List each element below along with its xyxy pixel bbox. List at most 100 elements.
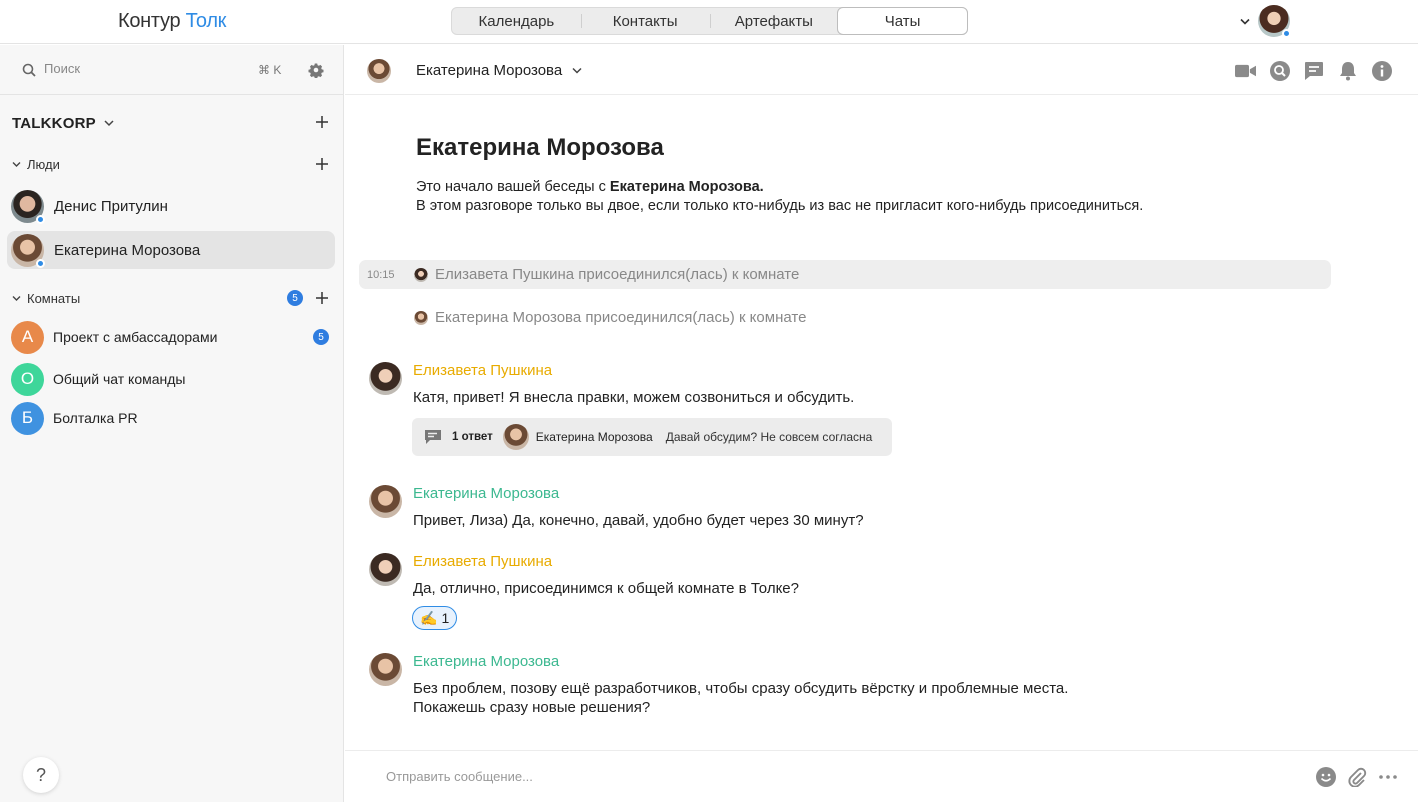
message-item[interactable]: Екатерина Морозова Без проблем, позову е… — [369, 653, 1369, 723]
reaction-chip[interactable]: ✍️ 1 — [412, 606, 458, 630]
people-section-header[interactable]: Люди — [12, 155, 332, 173]
help-button[interactable]: ? — [23, 757, 59, 793]
user-menu[interactable] — [1240, 5, 1291, 38]
gear-icon[interactable] — [308, 62, 324, 78]
conversation-intro-text: Это начало вашей беседы с Екатерина Моро… — [416, 178, 1143, 216]
add-person-icon[interactable] — [316, 158, 328, 170]
room-avatar: Б — [11, 401, 44, 435]
logo-primary: Контур — [118, 10, 181, 32]
system-event-row[interactable]: Екатерина Морозова присоединился(лась) к… — [359, 303, 1331, 332]
event-text: Екатерина Морозова присоединился(лась) к… — [435, 309, 807, 326]
intro-partner-name: Екатерина Морозова. — [609, 179, 764, 195]
thread-summary[interactable]: 1 ответ Екатерина Морозова Давай обсудим… — [412, 418, 892, 456]
intro-description: В этом разговоре только вы двое, если то… — [416, 198, 1144, 214]
logo-secondary: Толк — [185, 10, 227, 32]
avatar — [502, 424, 529, 450]
people-section-label: Люди — [27, 156, 60, 172]
sender-avatar[interactable] — [369, 553, 402, 586]
sender-avatar[interactable] — [369, 485, 402, 518]
message-line: Без проблем, позову ещё разработчиков, ч… — [413, 680, 1069, 697]
avatar — [11, 233, 45, 268]
online-status-dot — [36, 258, 45, 268]
rooms-unread-badge: 5 — [287, 290, 303, 306]
sender-name[interactable]: Елизавета Пушкина — [413, 553, 552, 570]
room-item-pr-chatter[interactable]: Б Болталка PR — [11, 401, 335, 435]
room-item-team-chat[interactable]: О Общий чат команды — [11, 362, 335, 396]
thread-reply-count: 1 ответ — [452, 431, 493, 443]
avatar — [414, 267, 428, 282]
sidebar: ⌘ K TALKKORP Люди Денис Притулин Екатери… — [0, 45, 344, 802]
message-input[interactable] — [386, 769, 1186, 784]
message-composer — [345, 750, 1418, 802]
thread-reply-preview: Давай обсудим? Не совсем согласна — [665, 430, 873, 444]
reaction-count: 1 — [441, 610, 450, 626]
chat-partner-avatar[interactable] — [367, 59, 391, 83]
video-call-icon[interactable] — [1235, 61, 1256, 81]
current-user-avatar[interactable] — [1258, 5, 1291, 38]
message-item[interactable]: Елизавета Пушкина Да, отлично, присоедин… — [369, 553, 1369, 633]
more-options-icon[interactable] — [1378, 767, 1398, 787]
search-row: ⌘ K — [0, 45, 343, 95]
message-line: Покажешь сразу новые решения? — [413, 699, 651, 716]
room-item-ambassadors[interactable]: А Проект с амбассадорами 5 — [11, 320, 335, 354]
emoji-icon[interactable] — [1316, 767, 1336, 787]
message-text: Катя, привет! Я внесла правки, можем соз… — [413, 389, 855, 406]
message-item[interactable]: Екатерина Морозова Привет, Лиза) Да, кон… — [369, 485, 1369, 535]
chevron-down-icon — [12, 161, 21, 167]
main-nav-tabs: Календарь Контакты Артефакты Чаты — [451, 7, 968, 35]
avatar — [11, 189, 45, 224]
chat-title[interactable]: Екатерина Морозова — [416, 62, 582, 79]
event-time: 10:15 — [367, 268, 395, 281]
tab-artifacts[interactable]: Артефакты — [709, 8, 839, 34]
org-name: TALKKORP — [12, 114, 96, 132]
conversation-intro-title: Екатерина Морозова — [416, 134, 664, 161]
room-name: Болталка PR — [53, 410, 138, 426]
composer-actions — [1316, 767, 1398, 787]
sender-name[interactable]: Екатерина Морозова — [413, 485, 559, 502]
tab-calendar[interactable]: Календарь — [452, 8, 581, 34]
top-bar: Контур Толк Календарь Контакты Артефакты… — [0, 0, 1418, 44]
threads-icon[interactable] — [1303, 61, 1324, 81]
intro-prefix: Это начало вашей беседы с — [416, 179, 610, 195]
online-status-dot — [36, 214, 45, 224]
sender-name[interactable]: Елизавета Пушкина — [413, 362, 552, 379]
add-room-icon[interactable] — [316, 292, 328, 304]
avatar — [414, 310, 428, 325]
online-status-dot — [1282, 29, 1291, 38]
sender-avatar[interactable] — [369, 653, 402, 686]
search-input[interactable] — [44, 61, 244, 76]
room-name: Проект с амбассадорами — [53, 329, 218, 345]
sender-name[interactable]: Екатерина Морозова — [413, 653, 559, 670]
people-item-denis[interactable]: Денис Притулин — [7, 187, 335, 225]
bell-icon[interactable] — [1337, 61, 1358, 81]
app-logo[interactable]: Контур Толк — [118, 10, 226, 33]
search-icon — [22, 63, 36, 77]
chevron-down-icon — [104, 120, 114, 127]
writing-hand-emoji: ✍️ — [420, 609, 438, 626]
system-event-row[interactable]: 10:15 Елизавета Пушкина присоединился(ла… — [359, 260, 1331, 289]
message-item[interactable]: Елизавета Пушкина Катя, привет! Я внесла… — [369, 362, 1369, 462]
chevron-down-icon — [572, 67, 582, 74]
room-unread-badge: 5 — [313, 329, 329, 345]
tab-chats[interactable]: Чаты — [837, 7, 968, 35]
message-text: Без проблем, позову ещё разработчиков, ч… — [413, 679, 1068, 717]
org-switcher[interactable]: TALKKORP — [12, 113, 332, 133]
message-text: Привет, Лиза) Да, конечно, давай, удобно… — [413, 512, 864, 529]
message-text: Да, отлично, присоединимся к общей комна… — [413, 580, 799, 597]
sender-avatar[interactable] — [369, 362, 402, 395]
search-icon[interactable] — [1269, 61, 1290, 81]
info-icon[interactable] — [1371, 61, 1392, 81]
thread-reply-author: Екатерина Морозова — [535, 430, 653, 444]
rooms-section-header[interactable]: Комнаты — [12, 289, 332, 307]
room-avatar: О — [11, 362, 44, 396]
rooms-section-label: Комнаты — [27, 290, 81, 306]
people-item-ekaterina[interactable]: Екатерина Морозова — [7, 231, 335, 269]
chevron-down-icon — [1240, 18, 1250, 25]
person-name: Екатерина Морозова — [54, 241, 201, 259]
event-text: Елизавета Пушкина присоединился(лась) к … — [435, 266, 800, 283]
attachment-icon[interactable] — [1347, 767, 1367, 787]
search-hotkey: ⌘ K — [258, 63, 282, 77]
tab-contacts[interactable]: Контакты — [580, 8, 710, 34]
add-org-item-icon[interactable] — [316, 116, 328, 128]
chat-timeline: Екатерина Морозова Это начало вашей бесе… — [345, 96, 1418, 750]
